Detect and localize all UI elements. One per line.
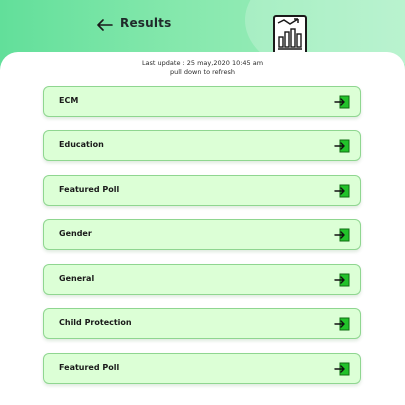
enter-icon <box>334 228 350 242</box>
list-item-label: General <box>59 274 95 283</box>
results-screen: Results Last update : 25 may,2020 10:45 … <box>0 0 405 405</box>
list-item-ecm[interactable]: ECM <box>43 86 361 117</box>
enter-icon <box>334 273 350 287</box>
list-item-child-protection[interactable]: Child Protection <box>43 308 361 339</box>
list-item-label: Featured Poll <box>59 363 120 372</box>
enter-icon <box>334 184 350 198</box>
list-item-label: Education <box>59 140 104 149</box>
list-item-gender[interactable]: Gender <box>43 219 361 250</box>
enter-icon <box>334 95 350 109</box>
list-item-general[interactable]: General <box>43 264 361 295</box>
list-item-label: Featured Poll <box>59 185 120 194</box>
list-item-label: Gender <box>59 229 92 238</box>
list-item-featured-poll-2[interactable]: Featured Poll <box>43 353 361 384</box>
list-item-label: ECM <box>59 96 79 105</box>
enter-icon <box>334 139 350 153</box>
list-item-education[interactable]: Education <box>43 130 361 161</box>
enter-icon <box>334 362 350 376</box>
list-item-label: Child Protection <box>59 318 132 327</box>
enter-icon <box>334 317 350 331</box>
list-item-featured-poll[interactable]: Featured Poll <box>43 175 361 206</box>
category-list: ECM Education Featured Poll Gender Gener… <box>0 0 405 405</box>
